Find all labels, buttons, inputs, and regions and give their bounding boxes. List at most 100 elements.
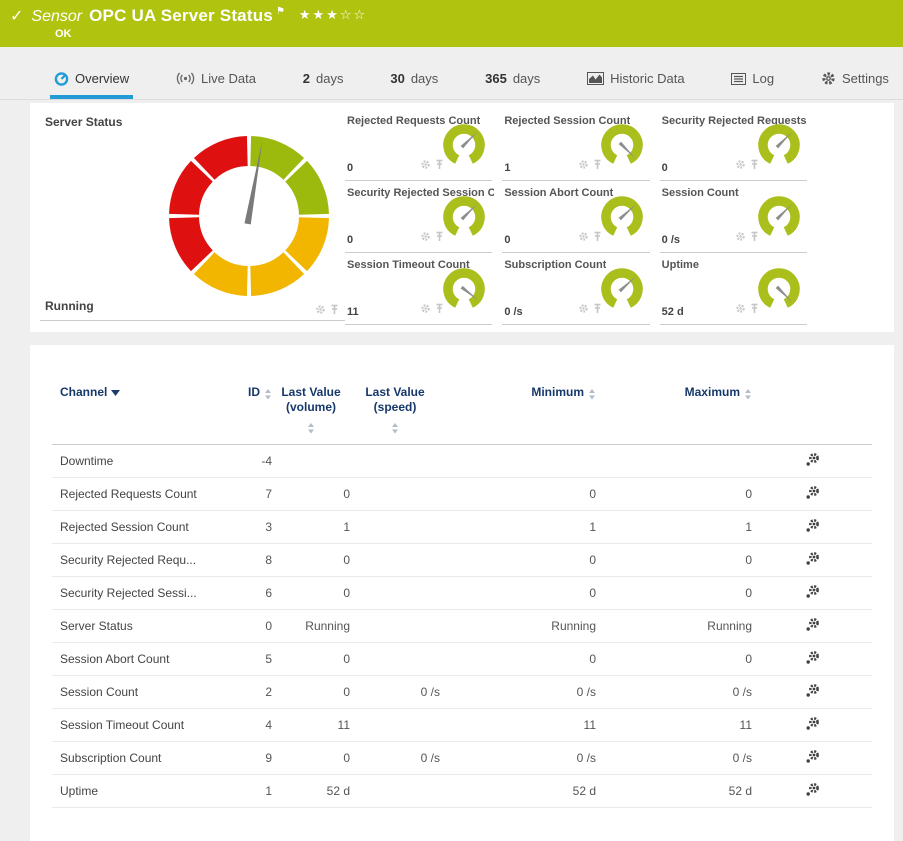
- cell-last-value-volume: 0: [272, 652, 350, 666]
- cell-channel[interactable]: Session Count: [52, 685, 242, 699]
- cell-last-value-volume: 0: [272, 751, 350, 765]
- channel-settings-button[interactable]: [752, 650, 872, 668]
- broadcast-icon: [176, 72, 195, 85]
- channel-gear-icon: [804, 485, 821, 500]
- cell-channel[interactable]: Session Abort Count: [52, 652, 242, 666]
- column-header-maximum[interactable]: Maximum: [596, 385, 752, 400]
- column-header-last-value-speed[interactable]: Last Value (speed): [350, 385, 440, 434]
- channel-settings-button[interactable]: [752, 518, 872, 536]
- channel-gear-icon: [804, 584, 821, 599]
- cell-maximum: 0: [596, 487, 752, 501]
- mini-gauge: [598, 192, 646, 240]
- gauge-cell-icons[interactable]: [735, 229, 761, 247]
- priority-stars[interactable]: ★★★☆☆: [299, 7, 367, 23]
- column-header-last-value-volume[interactable]: Last Value (volume): [272, 385, 350, 434]
- cell-channel[interactable]: Downtime: [52, 454, 242, 468]
- sort-desc-caret-icon: [111, 390, 120, 396]
- column-label: Maximum: [685, 385, 740, 399]
- sort-icon: [264, 389, 272, 400]
- tab-label-unit: days: [316, 71, 343, 86]
- mini-gear-icon: [423, 233, 429, 239]
- pin-icon: [332, 306, 338, 315]
- gauge-cell-icons[interactable]: [578, 157, 604, 175]
- column-header-channel[interactable]: Channel: [52, 385, 242, 399]
- table-row: Server Status 0 Running Running Running: [52, 610, 872, 643]
- sensor-status-banner: ✓ Sensor OPC UA Server Status ⚑ ★★★☆☆ OK: [0, 0, 903, 47]
- cell-channel[interactable]: Server Status: [52, 619, 242, 633]
- cell-channel[interactable]: Subscription Count: [52, 751, 242, 765]
- column-header-id[interactable]: ID: [242, 385, 272, 400]
- mini-gauge: [440, 192, 488, 240]
- pin-icon: [594, 161, 600, 170]
- tab-label: Historic Data: [610, 71, 684, 86]
- gauge-cell-icons[interactable]: [578, 229, 604, 247]
- pin-icon: [437, 161, 443, 170]
- gauge-cell-icons[interactable]: [735, 157, 761, 175]
- channel-gear-icon: [804, 518, 821, 533]
- cell-last-value-volume: 0: [272, 685, 350, 699]
- mini-gauge: [755, 264, 803, 312]
- channel-settings-button[interactable]: [752, 617, 872, 635]
- gauge-cell-icons[interactable]: [420, 157, 446, 175]
- channel-settings-button[interactable]: [752, 584, 872, 602]
- channel-gear-icon: [804, 650, 821, 665]
- cell-channel[interactable]: Session Timeout Count: [52, 718, 242, 732]
- cell-id: 2: [242, 685, 272, 699]
- channel-settings-button[interactable]: [752, 716, 872, 734]
- tab-overview[interactable]: Overview: [50, 71, 133, 99]
- gauge-cell-icons[interactable]: [735, 301, 761, 319]
- pin-icon: [751, 161, 757, 170]
- cell-id: 5: [242, 652, 272, 666]
- tab-historic-data[interactable]: Historic Data: [583, 71, 688, 99]
- sensor-word: Sensor: [31, 8, 82, 26]
- cell-id: 7: [242, 487, 272, 501]
- pin-icon: [594, 233, 600, 242]
- tab-settings[interactable]: Settings: [817, 71, 893, 99]
- cell-minimum: 0 /s: [440, 751, 596, 765]
- tab-log[interactable]: Log: [727, 71, 778, 99]
- cell-minimum: 11: [440, 718, 596, 732]
- gauge-cell-icons[interactable]: [420, 301, 446, 319]
- channel-gear-icon: [804, 452, 821, 467]
- cell-last-value-speed: 0 /s: [350, 751, 440, 765]
- cell-channel[interactable]: Security Rejected Sessi...: [52, 586, 242, 600]
- cell-channel[interactable]: Rejected Session Count: [52, 520, 242, 534]
- tab-30-days[interactable]: 30 days: [386, 71, 442, 99]
- cell-channel[interactable]: Security Rejected Requ...: [52, 553, 242, 567]
- cell-maximum: 52 d: [596, 784, 752, 798]
- mini-gauge-value: 0: [504, 234, 510, 246]
- tab-365-days[interactable]: 365 days: [481, 71, 544, 99]
- main-gauge-status: Running: [45, 299, 94, 313]
- tab-bar: Overview Live Data 2 days 30 days 365 da…: [0, 47, 903, 100]
- channel-gear-icon: [804, 782, 821, 797]
- channel-gear-icon: [804, 617, 821, 632]
- mini-gauge: [440, 120, 488, 168]
- table-row: Subscription Count 9 0 0 /s 0 /s 0 /s: [52, 742, 872, 775]
- gauge-cell-icons[interactable]: [420, 229, 446, 247]
- channel-settings-button[interactable]: [752, 782, 872, 800]
- mini-gauge-cell: Uptime 52 d: [660, 255, 807, 325]
- gauge-cell-icons[interactable]: [578, 301, 604, 319]
- tab-2-days[interactable]: 2 days: [299, 71, 348, 99]
- mini-gauge-value: 0 /s: [504, 306, 522, 318]
- gauge-cell-icons[interactable]: [315, 302, 341, 320]
- channel-settings-button[interactable]: [752, 452, 872, 470]
- main-gauge-title: Server Status: [45, 115, 122, 129]
- channel-settings-button[interactable]: [752, 683, 872, 701]
- cell-channel[interactable]: Uptime: [52, 784, 242, 798]
- cell-last-value-volume: 0: [272, 487, 350, 501]
- column-header-minimum[interactable]: Minimum: [440, 385, 596, 400]
- flag-icon[interactable]: ⚑: [276, 6, 285, 17]
- status-ok-check-icon: ✓: [10, 6, 23, 26]
- channel-settings-button[interactable]: [752, 749, 872, 767]
- mini-gauge-cell: Session Abort Count 0: [502, 183, 649, 253]
- channel-settings-button[interactable]: [752, 551, 872, 569]
- cell-maximum: 0: [596, 586, 752, 600]
- mini-gear-icon: [317, 306, 323, 312]
- tab-live-data[interactable]: Live Data: [172, 71, 260, 99]
- area-chart-icon: [587, 72, 604, 85]
- channel-table-panel: Channel ID Last Value (volume): [30, 345, 894, 841]
- channel-settings-button[interactable]: [752, 485, 872, 503]
- cell-channel[interactable]: Rejected Requests Count: [52, 487, 242, 501]
- mini-gauge-value: 1: [504, 162, 510, 174]
